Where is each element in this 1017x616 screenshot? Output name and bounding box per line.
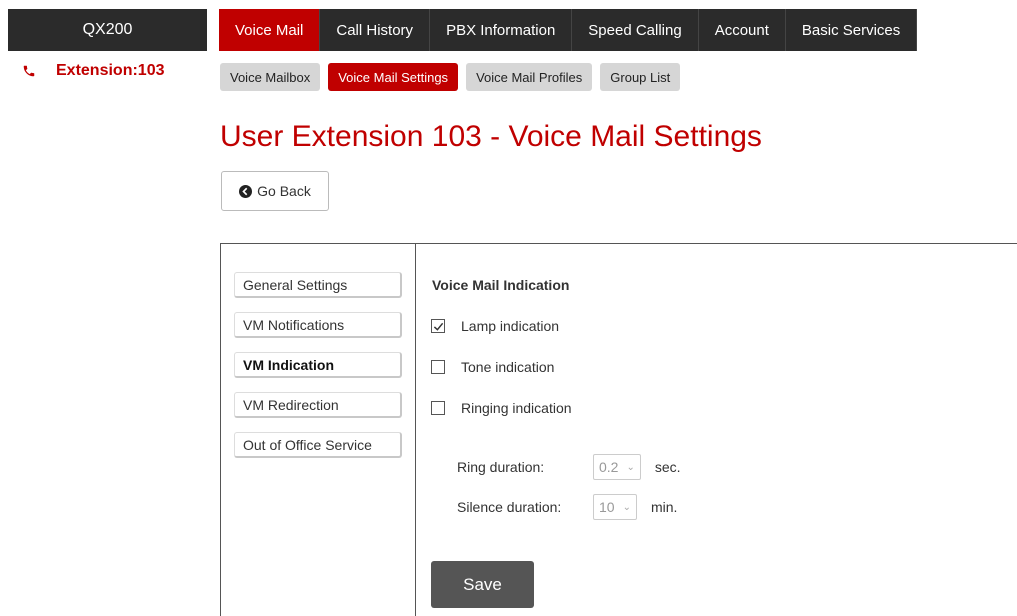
top-nav: Voice Mail Call History PBX Information … (219, 9, 918, 51)
tab-basic-services[interactable]: Basic Services (785, 9, 918, 51)
ring-duration-label: Ring duration: (457, 459, 545, 475)
ring-duration-value: 0.2 (599, 459, 619, 475)
ringing-indication-checkbox[interactable] (431, 401, 445, 415)
lamp-indication-checkbox[interactable] (431, 319, 445, 333)
go-back-label: Go Back (257, 183, 311, 199)
go-back-button[interactable]: Go Back (221, 171, 329, 211)
arrow-left-circle-icon (239, 184, 253, 198)
lamp-indication-option: Lamp indication (431, 318, 559, 334)
silence-duration-value: 10 (599, 499, 615, 515)
tab-pbx-information[interactable]: PBX Information (430, 9, 573, 51)
ring-duration-unit: sec. (654, 459, 681, 475)
settings-side-menu: General Settings VM Notifications VM Ind… (234, 272, 402, 472)
section-heading: Voice Mail Indication (432, 277, 570, 293)
save-button[interactable]: Save (431, 561, 534, 608)
chevron-down-icon: ⌄ (626, 461, 635, 473)
tone-indication-option: Tone indication (431, 359, 554, 375)
tone-indication-label: Tone indication (461, 359, 555, 375)
extension-indicator: Extension:103 (22, 62, 164, 80)
sub-nav: Voice Mailbox Voice Mail Settings Voice … (220, 63, 681, 91)
tab-account[interactable]: Account (698, 9, 786, 51)
page-title: User Extension 103 - Voice Mail Settings (220, 120, 762, 153)
extension-label: Extension:103 (56, 62, 165, 79)
side-tab-vm-indication[interactable]: VM Indication (234, 352, 402, 378)
check-icon (433, 322, 443, 331)
silence-duration-label: Silence duration: (457, 499, 562, 515)
phone-icon (23, 65, 35, 77)
subtab-voice-mail-settings[interactable]: Voice Mail Settings (328, 63, 459, 91)
subtab-group-list[interactable]: Group List (600, 63, 681, 91)
ring-duration-row: Ring duration: 0.2 ⌄ sec. (457, 454, 681, 480)
side-tab-vm-redirection[interactable]: VM Redirection (234, 392, 402, 418)
side-tab-general-settings[interactable]: General Settings (234, 272, 402, 298)
silence-duration-row: Silence duration: 10 ⌄ min. (457, 494, 677, 520)
side-tab-vm-notifications[interactable]: VM Notifications (234, 312, 402, 338)
silence-duration-select[interactable]: 10 ⌄ (593, 494, 637, 520)
chevron-down-icon: ⌄ (622, 501, 631, 513)
tab-call-history[interactable]: Call History (320, 9, 431, 51)
subtab-voice-mail-profiles[interactable]: Voice Mail Profiles (466, 63, 593, 91)
ringing-indication-option: Ringing indication (431, 400, 572, 416)
tab-speed-calling[interactable]: Speed Calling (572, 9, 699, 51)
ring-duration-select[interactable]: 0.2 ⌄ (593, 454, 641, 480)
silence-duration-unit: min. (650, 499, 678, 515)
ringing-indication-label: Ringing indication (461, 400, 572, 416)
tab-voice-mail[interactable]: Voice Mail (219, 9, 321, 51)
side-tab-out-of-office-service[interactable]: Out of Office Service (234, 432, 402, 458)
tone-indication-checkbox[interactable] (431, 360, 445, 374)
subtab-voice-mailbox[interactable]: Voice Mailbox (220, 63, 321, 91)
product-name: QX200 (8, 9, 207, 51)
lamp-indication-label: Lamp indication (461, 318, 560, 334)
panel-divider (415, 243, 416, 616)
